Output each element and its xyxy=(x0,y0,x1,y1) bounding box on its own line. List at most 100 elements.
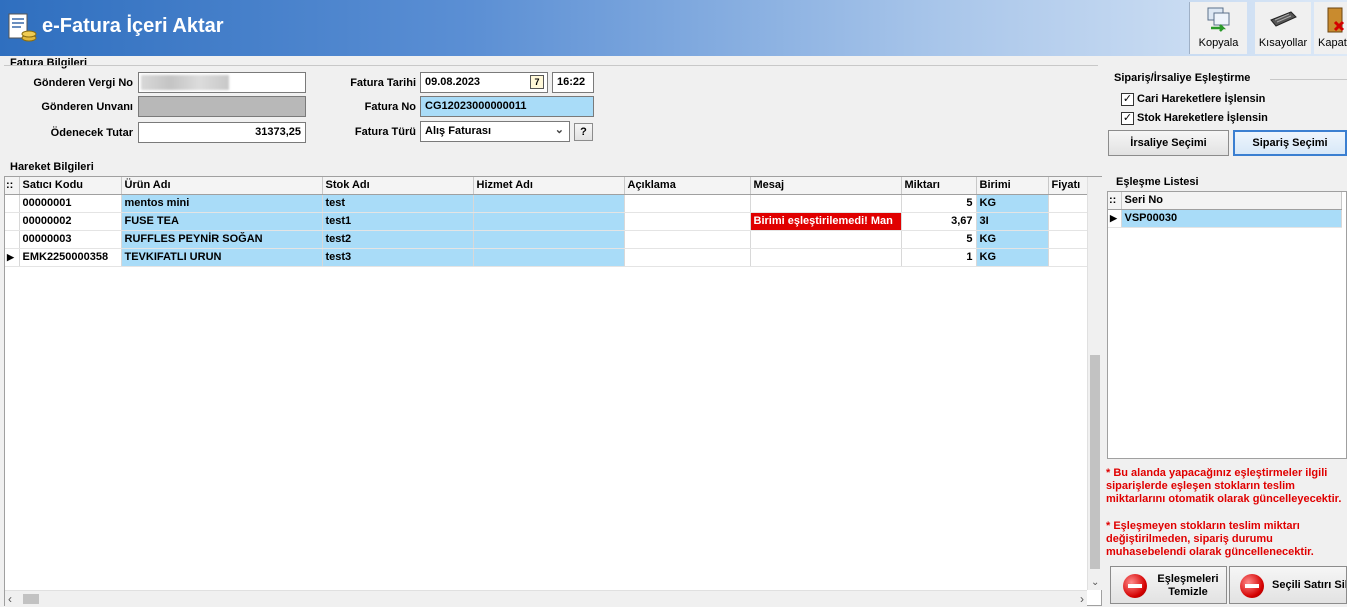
cell-serial[interactable]: VSP00030 xyxy=(1121,209,1342,228)
invoice-type-label: Fatura Türü xyxy=(354,126,416,138)
matching-group-title: Sipariş/İrsaliye Eşleştirme xyxy=(1114,72,1251,84)
scroll-right-icon[interactable]: › xyxy=(1080,592,1084,606)
cell-unit[interactable]: KG xyxy=(976,194,1049,213)
amount-field[interactable]: 31373,25 xyxy=(138,122,306,143)
cell-service[interactable] xyxy=(473,212,625,231)
invoice-time-field[interactable]: 16:22 xyxy=(552,72,594,93)
amount-label: Ödenecek Tutar xyxy=(50,127,133,139)
cell-code[interactable]: 00000002 xyxy=(19,212,122,231)
cell-product[interactable]: FUSE TEA xyxy=(121,212,323,231)
cell-unit[interactable]: 3I xyxy=(976,212,1049,231)
cell-stock[interactable]: test3 xyxy=(322,248,474,267)
clear-matches-button[interactable]: Eşleşmeleri Temizle xyxy=(1110,566,1227,604)
cell-qty[interactable]: 1 xyxy=(901,248,977,267)
cell-unit[interactable]: KG xyxy=(976,230,1049,249)
horizontal-scrollbar[interactable]: ‹ › xyxy=(5,590,1087,606)
row-indicator xyxy=(5,230,20,249)
cell-message[interactable] xyxy=(750,248,902,267)
current-row-arrow-icon: ▶ xyxy=(5,248,20,267)
clear-matches-label: Eşleşmeleri Temizle xyxy=(1157,573,1219,598)
cell-desc[interactable] xyxy=(624,230,751,249)
cell-desc[interactable] xyxy=(624,212,751,231)
invoice-type-select[interactable]: Alış Faturası ⌄ xyxy=(420,121,570,142)
cell-message[interactable] xyxy=(750,194,902,213)
invoice-import-icon xyxy=(6,12,38,44)
col-birimi[interactable]: Birimi xyxy=(976,177,1049,195)
cell-code[interactable]: EMK2250000358 xyxy=(19,248,122,267)
cell-product[interactable]: mentos mini xyxy=(121,194,323,213)
match-row-current[interactable]: ▶ VSP00030 xyxy=(1108,209,1346,228)
cell-product[interactable]: TEVKIFATLI URUN xyxy=(121,248,323,267)
window-title: e-Fatura İçeri Aktar xyxy=(42,15,224,37)
redacted-block xyxy=(141,75,229,90)
cell-desc[interactable] xyxy=(624,248,751,267)
close-label: Kapat xyxy=(1318,37,1347,49)
stok-checkbox[interactable]: ✓ xyxy=(1121,112,1134,125)
cell-qty[interactable]: 3,67 xyxy=(901,212,977,231)
sender-title-field[interactable] xyxy=(138,96,306,117)
cell-desc[interactable] xyxy=(624,194,751,213)
col-mesaj[interactable]: Mesaj xyxy=(750,177,902,195)
cell-code[interactable]: 00000001 xyxy=(19,194,122,213)
col-hizmet-adi[interactable]: Hizmet Adı xyxy=(473,177,625,195)
invoice-no-field[interactable]: CG12023000000011 xyxy=(420,96,594,117)
delete-selected-row-button[interactable]: Seçili Satırı Sil xyxy=(1229,566,1347,604)
col-miktari[interactable]: Miktarı xyxy=(901,177,977,195)
cell-service[interactable] xyxy=(473,230,625,249)
match-note-1: * Bu alanda yapacağınız eşleştirmeler il… xyxy=(1106,467,1342,505)
cell-service[interactable] xyxy=(473,248,625,267)
close-button[interactable]: Kapat xyxy=(1314,2,1347,54)
col-urun-adi[interactable]: Ürün Adı xyxy=(121,177,323,195)
cell-stock[interactable]: test2 xyxy=(322,230,474,249)
table-row[interactable]: 00000001 mentos mini test 5 KG xyxy=(5,194,1101,213)
sender-title-label: Gönderen Unvanı xyxy=(41,101,133,113)
cell-qty[interactable]: 5 xyxy=(901,230,977,249)
shortcuts-label: Kısayollar xyxy=(1258,37,1308,49)
siparis-select-button[interactable]: Sipariş Seçimi xyxy=(1233,130,1347,156)
match-list-grid[interactable]: :: Seri No ▶ VSP00030 xyxy=(1107,191,1347,459)
copy-label: Kopyala xyxy=(1198,37,1239,49)
chevron-down-icon: ⌄ xyxy=(554,124,564,136)
row-indicator xyxy=(5,194,20,213)
copy-button[interactable]: Kopyala xyxy=(1189,2,1247,54)
grid-header-row: :: Satıcı Kodu Ürün Adı Stok Adı Hizmet … xyxy=(5,177,1101,195)
grid-grip: :: xyxy=(5,177,20,195)
col-stok-adi[interactable]: Stok Adı xyxy=(322,177,474,195)
col-seri-no[interactable]: Seri No xyxy=(1121,192,1342,210)
header-filler xyxy=(1341,192,1346,209)
help-button[interactable]: ? xyxy=(574,123,593,141)
shortcuts-button[interactable]: Kısayollar xyxy=(1255,2,1311,54)
col-satici-kodu[interactable]: Satıcı Kodu xyxy=(19,177,122,195)
horizontal-scroll-thumb[interactable] xyxy=(23,594,39,604)
irsaliye-select-button[interactable]: İrsaliye Seçimi xyxy=(1108,130,1229,156)
stop-icon xyxy=(1240,574,1264,598)
cell-unit[interactable]: KG xyxy=(976,248,1049,267)
vertical-scroll-thumb[interactable] xyxy=(1090,355,1100,569)
movements-grid[interactable]: :: Satıcı Kodu Ürün Adı Stok Adı Hizmet … xyxy=(4,176,1102,606)
cell-message-error[interactable]: Birimi eşleştirilemedi! Man xyxy=(750,212,902,231)
table-row[interactable]: 00000003 RUFFLES PEYNİR SOĞAN test2 5 KG… xyxy=(5,230,1101,249)
invoice-date-field[interactable]: 09.08.2023 7 xyxy=(420,72,548,93)
cari-checkbox[interactable]: ✓ xyxy=(1121,93,1134,106)
cell-product[interactable]: RUFFLES PEYNİR SOĞAN xyxy=(121,230,323,249)
cell-stock[interactable]: test xyxy=(322,194,474,213)
cell-stock[interactable]: test1 xyxy=(322,212,474,231)
sender-tax-field[interactable] xyxy=(138,72,306,93)
invoice-date-value: 09.08.2023 xyxy=(425,76,481,88)
cell-message[interactable] xyxy=(750,230,902,249)
invoice-no-label: Fatura No xyxy=(364,101,416,113)
cell-service[interactable] xyxy=(473,194,625,213)
match-grid-grip: :: xyxy=(1108,192,1122,210)
table-row[interactable]: 00000002 FUSE TEA test1 Birimi eşleştiri… xyxy=(5,212,1101,231)
keyboard-icon xyxy=(1270,11,1297,27)
cell-code[interactable]: 00000003 xyxy=(19,230,122,249)
calendar-icon[interactable]: 7 xyxy=(530,75,544,89)
invoice-type-value: Alış Faturası xyxy=(425,125,492,137)
table-row-current[interactable]: ▶ EMK2250000358 TEVKIFATLI URUN test3 1 … xyxy=(5,248,1101,267)
scroll-down-icon[interactable]: ⌄ xyxy=(1091,577,1099,588)
col-aciklama[interactable]: Açıklama xyxy=(624,177,751,195)
invoice-date-label: Fatura Tarihi xyxy=(350,77,416,89)
cell-qty[interactable]: 5 xyxy=(901,194,977,213)
scroll-left-icon[interactable]: ‹ xyxy=(8,592,12,606)
vertical-scrollbar[interactable]: ⌄ xyxy=(1087,177,1102,590)
